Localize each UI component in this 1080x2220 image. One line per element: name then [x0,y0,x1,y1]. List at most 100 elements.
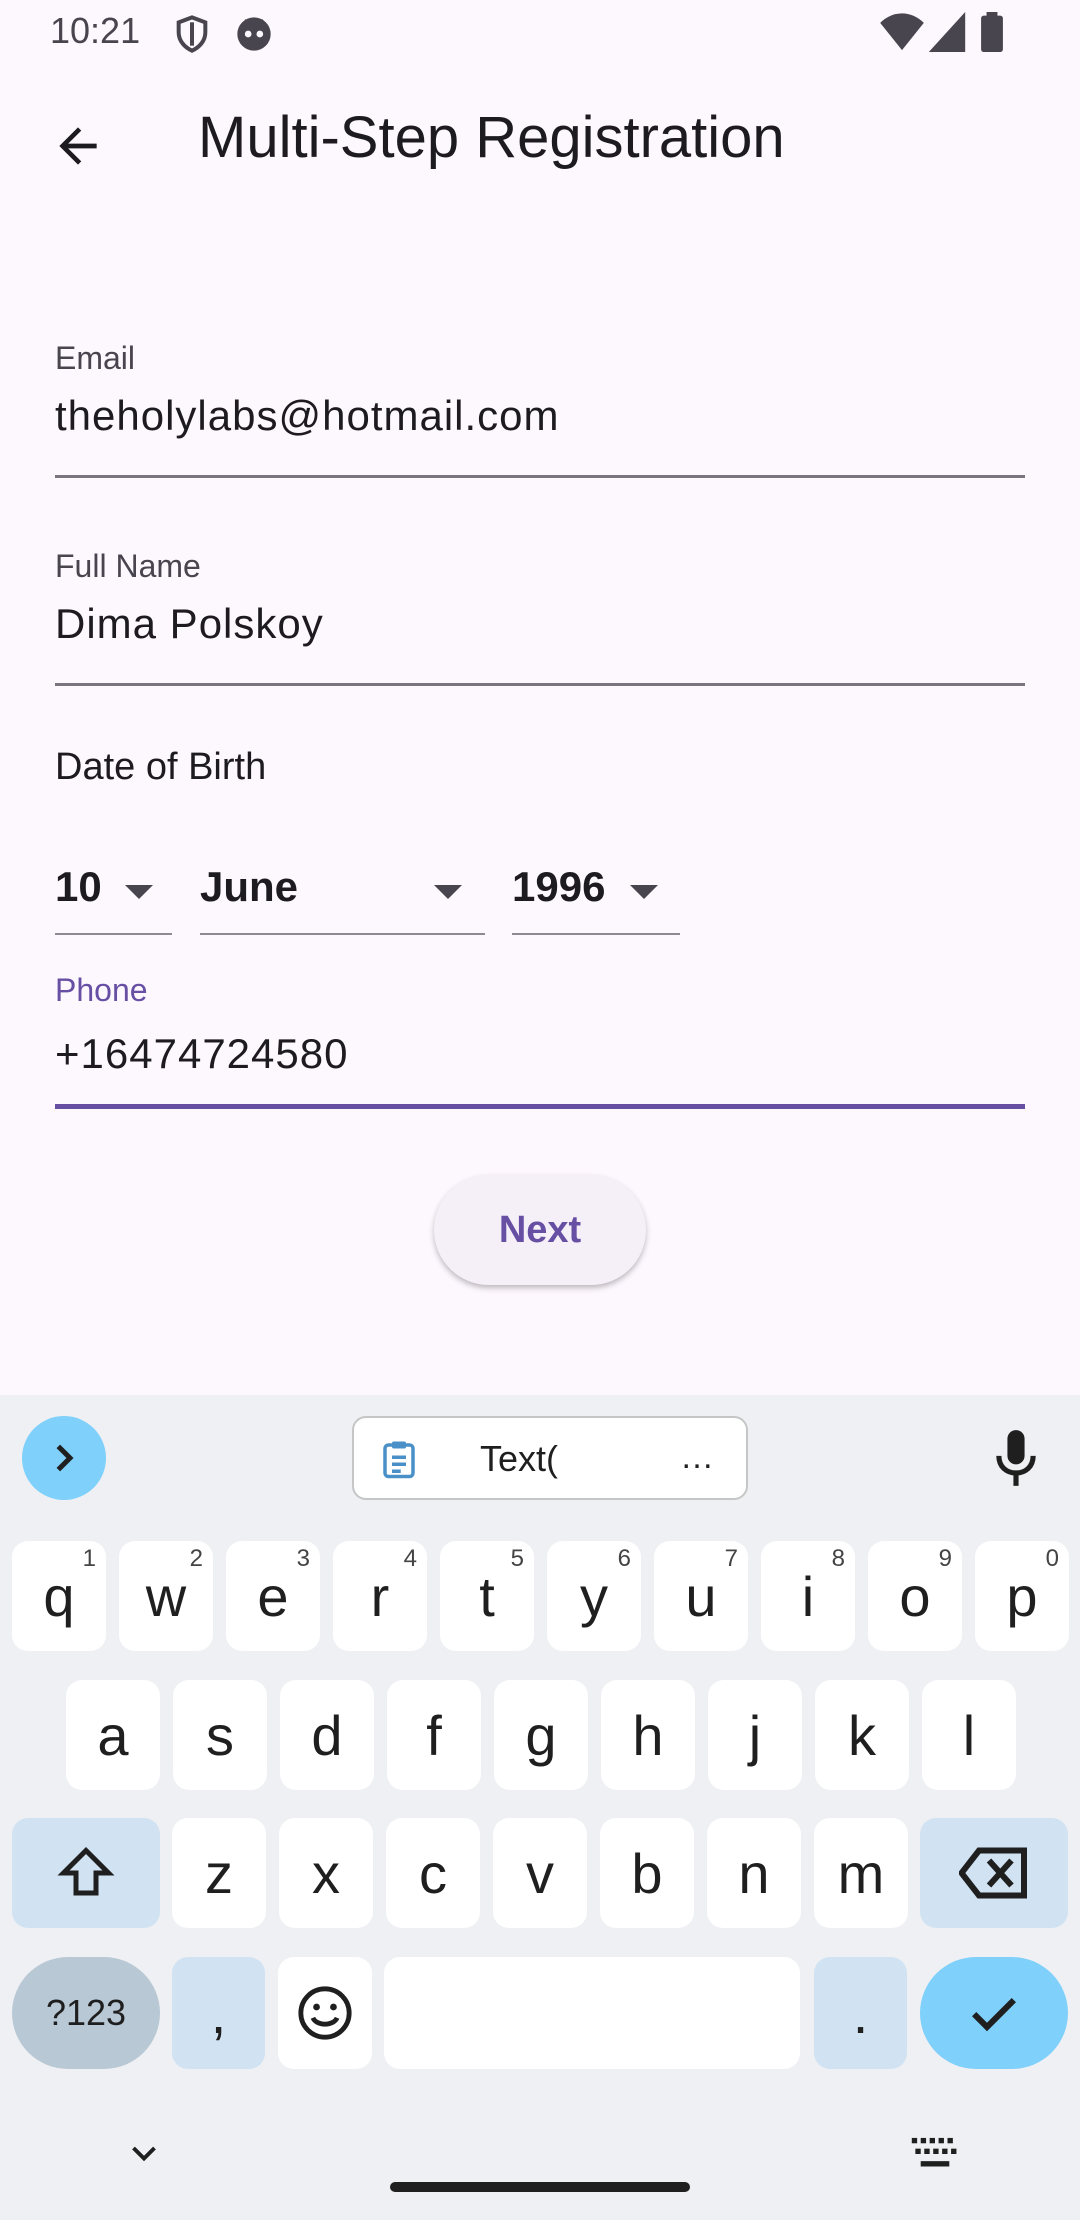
key-c[interactable]: c [386,1818,480,1928]
signal-icon [928,12,966,52]
microphone-icon[interactable] [990,1428,1042,1488]
key-label: i [801,1564,815,1628]
keyboard-expand-button[interactable] [22,1416,106,1500]
key-number-hint: 3 [296,1545,310,1572]
key-z[interactable]: z [172,1818,266,1928]
key-label: p [1006,1564,1038,1628]
shield-icon [176,15,208,53]
full-name-label: Full Name [55,548,201,584]
key-number-hint: 6 [617,1545,631,1572]
full-name-underline [55,683,1025,686]
key-number-hint: 5 [510,1545,524,1572]
key-r[interactable]: r4 [333,1541,427,1651]
page-title: Multi-Step Registration [198,105,785,170]
app-notification-icon [237,17,271,51]
key-number-hint: 4 [403,1545,417,1572]
key-number-hint: 2 [189,1545,203,1572]
backspace-key[interactable] [920,1818,1068,1928]
back-arrow-icon[interactable] [50,118,106,174]
day-caret-icon [125,885,153,899]
key-label: w [145,1564,187,1628]
phone-underline [55,1104,1025,1109]
key-d[interactable]: d [280,1680,374,1790]
key-j[interactable]: j [708,1680,802,1790]
battery-icon [981,12,1003,52]
key-k[interactable]: k [815,1680,909,1790]
emoji-key[interactable] [278,1957,372,2069]
space-key[interactable] [384,1957,800,2069]
key-g[interactable]: g [494,1680,588,1790]
key-label: t [479,1564,495,1628]
clipboard-suggestion[interactable]: Text( … [352,1416,748,1500]
phone-field[interactable]: Phone +16474724580 [55,972,1025,1112]
chevron-right-icon [56,1444,74,1472]
key-i[interactable]: i8 [761,1541,855,1651]
key-number-hint: 8 [831,1545,845,1572]
full-name-field[interactable]: Full Name Dima Polskoy [55,548,1025,688]
key-q[interactable]: q1 [12,1541,106,1651]
key-y[interactable]: y6 [547,1541,641,1651]
key-t[interactable]: t5 [440,1541,534,1651]
key-b[interactable]: b [600,1818,694,1928]
clipboard-ellipsis: … [680,1438,714,1476]
shift-icon [57,1846,115,1896]
key-w[interactable]: w2 [119,1541,213,1651]
key-x[interactable]: x [279,1818,373,1928]
period-key[interactable]: . [814,1957,907,2069]
checkmark-icon [972,1998,1016,2032]
email-field[interactable]: Email theholylabs@hotmail.com [55,340,1025,480]
key-o[interactable]: o9 [868,1541,962,1651]
done-key[interactable] [920,1957,1068,2069]
key-label: r [370,1564,390,1628]
hide-keyboard-chevron-icon[interactable] [126,2136,162,2172]
year-caret-icon [630,885,658,899]
month-dropdown[interactable]: June [200,855,485,935]
phone-label: Phone [55,972,148,1008]
key-p[interactable]: p0 [975,1541,1069,1651]
email-label: Email [55,340,136,376]
key-e[interactable]: e3 [226,1541,320,1651]
month-caret-icon [434,885,462,899]
key-label: e [257,1564,289,1628]
key-label: q [43,1564,75,1628]
key-label: o [899,1564,931,1628]
key-a[interactable]: a [66,1680,160,1790]
phone-value: +16474724580 [55,1030,349,1077]
key-label: y [580,1564,608,1628]
clipboard-icon [383,1441,415,1479]
month-underline [200,933,485,935]
key-s[interactable]: s [173,1680,267,1790]
year-value: 1996 [512,863,606,910]
clipboard-text: Text( [480,1438,559,1479]
status-time: 10:21 [50,10,141,51]
month-value: June [200,863,299,910]
year-underline [512,933,680,935]
email-value: theholylabs@hotmail.com [55,392,560,439]
year-dropdown[interactable]: 1996 [512,855,680,935]
key-h[interactable]: h [601,1680,695,1790]
day-dropdown[interactable]: 10 [55,855,172,935]
day-underline [55,933,172,935]
keyboard-switch-icon[interactable] [910,2136,960,2172]
key-number-hint: 1 [82,1545,96,1572]
next-button[interactable]: Next [434,1175,646,1285]
dob-label: Date of Birth [55,746,267,788]
full-name-value: Dima Polskoy [55,600,324,647]
symbols-key[interactable]: ?123 [12,1957,160,2069]
emoji-icon [298,1986,352,2040]
key-number-hint: 9 [938,1545,952,1572]
key-u[interactable]: u7 [654,1541,748,1651]
home-gesture-bar[interactable] [390,2182,690,2192]
key-v[interactable]: v [493,1818,587,1928]
comma-key[interactable]: , [172,1957,265,2069]
key-n[interactable]: n [707,1818,801,1928]
backspace-icon [959,1847,1027,1899]
key-number-hint: 0 [1045,1545,1059,1572]
key-number-hint: 7 [724,1545,738,1572]
key-f[interactable]: f [387,1680,481,1790]
key-label: u [685,1564,717,1628]
key-m[interactable]: m [814,1818,908,1928]
day-value: 10 [55,863,102,910]
shift-key[interactable] [12,1818,160,1928]
key-l[interactable]: l [922,1680,1016,1790]
